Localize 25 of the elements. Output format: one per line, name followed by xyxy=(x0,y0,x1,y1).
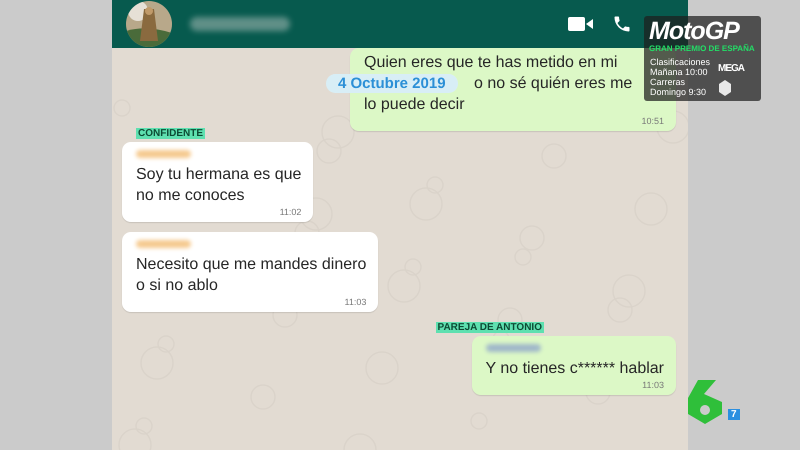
channel-logo-text: MEGA xyxy=(718,63,744,74)
schedule-text: Carreras xyxy=(650,77,686,87)
message-time: 11:02 xyxy=(280,207,302,217)
message-text: Y no tienes c****** hablar xyxy=(486,359,664,379)
schedule-text: Mañana 10:00 xyxy=(650,67,709,77)
message-text: no me conoces xyxy=(136,186,246,206)
schedule-text: Clasificaciones xyxy=(650,57,710,67)
message-time: 11:03 xyxy=(344,297,366,307)
message-text: o si no ablo xyxy=(136,276,219,296)
message-time: 10:51 xyxy=(641,116,664,126)
message-text: lo puede decir xyxy=(364,95,466,115)
message-time: 11:03 xyxy=(642,380,664,390)
event-subtitle: GRAN PREMIO DE ESPAÑA xyxy=(649,44,755,54)
schedule-text: Domingo 9:30 xyxy=(650,87,708,97)
date-chip: 4 Octubre 2019 xyxy=(326,74,458,93)
event-logo-text: MotoGP xyxy=(649,18,740,44)
channel-badge: 7 xyxy=(728,409,740,420)
message-text: Necesito que me mandes dinero xyxy=(136,255,366,275)
phone-icon[interactable] xyxy=(612,14,632,34)
channel-logo-icon xyxy=(686,380,724,424)
message-text: Soy tu hermana es que xyxy=(136,165,302,185)
speaker-caption: PAREJA DE ANTONIO xyxy=(436,322,544,333)
video-call-icon[interactable] xyxy=(568,16,594,32)
channel-emblem-icon xyxy=(718,80,732,96)
speaker-caption: CONFIDENTE xyxy=(136,128,205,139)
